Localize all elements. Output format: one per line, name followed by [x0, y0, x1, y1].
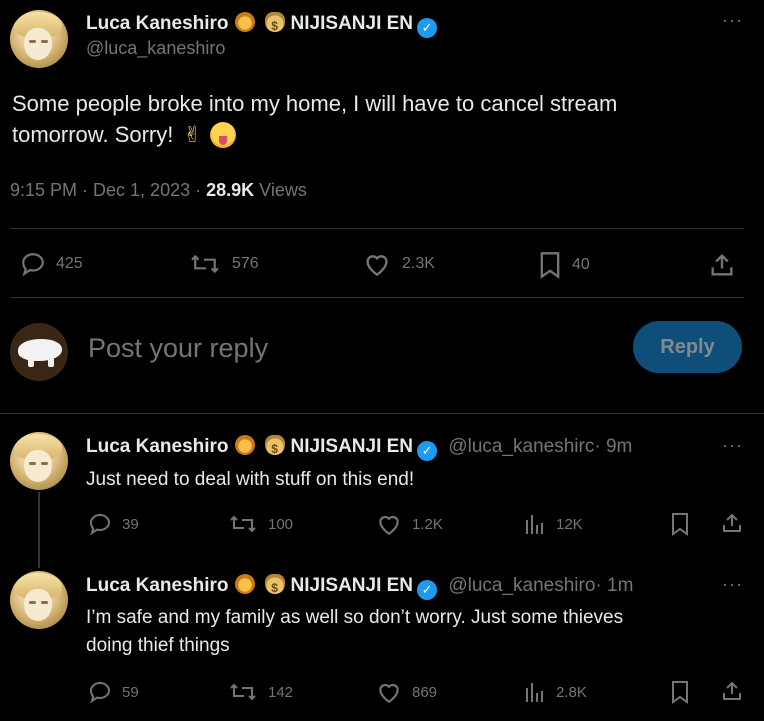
reply-handle[interactable]: @luca_kaneshiro: [448, 575, 595, 596]
reply-action[interactable]: 39: [88, 512, 139, 536]
money-bag-emoji-icon: [264, 12, 285, 38]
heart-icon: [379, 515, 399, 536]
bookmark-icon: [672, 681, 688, 704]
affiliation: NIJISANJI EN: [290, 436, 414, 457]
retweet-count: 576: [232, 255, 259, 272]
lion-emoji-icon: [234, 574, 255, 594]
author-avatar[interactable]: [10, 10, 68, 68]
views-label: Views: [254, 180, 307, 200]
more-options-icon[interactable]: ···: [722, 435, 743, 456]
victory-hand-icon: ✌: [183, 122, 202, 147]
reply-icon: [89, 513, 111, 536]
divider: [10, 228, 744, 229]
retweet-action[interactable]: 576: [188, 251, 259, 277]
like-action[interactable]: 2.3K: [362, 251, 435, 277]
affiliation: NIJISANJI EN: [290, 13, 414, 34]
author-line: Luca Kaneshiro NIJISANJI EN✓: [86, 12, 438, 38]
heart-icon: [379, 683, 399, 704]
affiliation: NIJISANJI EN: [290, 575, 414, 596]
views-action[interactable]: 12K: [524, 512, 583, 536]
reply-handle[interactable]: @luca_kaneshirc: [448, 436, 594, 457]
views-chart-icon: [526, 683, 543, 702]
more-options-icon[interactable]: ···: [722, 574, 743, 595]
money-bag-emoji-icon: [264, 435, 285, 461]
tweet-timestamp[interactable]: 9:15 PM · Dec 1, 2023 ·: [10, 180, 206, 200]
reply-text: Just need to deal with stuff on this end…: [86, 466, 414, 494]
reply-text: I’m safe and my family as well so don’t …: [86, 604, 746, 660]
money-bag-emoji-icon: [264, 574, 285, 600]
lion-emoji-icon: [234, 12, 255, 32]
tweet-text-line: tomorrow. Sorry! ✌: [12, 119, 752, 150]
reply-button[interactable]: Reply: [633, 321, 742, 373]
verified-badge-icon[interactable]: ✓: [417, 580, 438, 600]
retweet-count: 142: [268, 683, 294, 701]
verified-badge-icon[interactable]: ✓: [417, 18, 438, 38]
like-count: 2.3K: [402, 255, 435, 272]
like-action[interactable]: 869: [376, 680, 437, 704]
reply-input[interactable]: [86, 328, 610, 368]
reply-action[interactable]: 59: [88, 680, 139, 704]
retweet-icon: [191, 254, 219, 274]
retweet-action[interactable]: 142: [228, 680, 293, 704]
share-icon: [723, 681, 741, 700]
divider: [10, 297, 744, 298]
retweet-icon: [230, 515, 256, 533]
tongue-face-icon: [209, 121, 236, 148]
author-handle[interactable]: @luca_kaneshiro: [86, 38, 225, 59]
divider: [0, 413, 764, 414]
share-action[interactable]: [720, 679, 744, 703]
bookmark-icon: [672, 513, 688, 536]
tweet-text-end: tomorrow. Sorry!: [12, 122, 174, 147]
retweet-icon: [230, 683, 256, 701]
tweet-text-line: Some people broke into my home, I will h…: [12, 91, 618, 116]
share-icon: [723, 513, 741, 532]
views-count: 28.9K: [206, 180, 255, 200]
bookmark-count: 40: [572, 256, 590, 273]
reply-author-line: Luca Kaneshiro NIJISANJI EN✓ @luca_kanesh…: [86, 435, 716, 461]
bookmark-action[interactable]: [670, 680, 690, 704]
reply-time[interactable]: · 9m: [594, 436, 632, 457]
reply-text-line: I’m safe and my family as well so don’t …: [86, 607, 624, 628]
bookmark-icon: [540, 252, 560, 279]
display-name[interactable]: Luca Kaneshiro: [86, 575, 229, 596]
view-count: 12K: [556, 515, 583, 533]
verified-badge-icon[interactable]: ✓: [417, 441, 438, 461]
reply-action[interactable]: 425: [20, 251, 83, 277]
reply-count: 39: [122, 515, 139, 533]
display-name[interactable]: Luca Kaneshiro: [86, 13, 229, 34]
reply-count: 425: [56, 255, 83, 272]
reply-icon: [89, 681, 111, 704]
like-action[interactable]: 1.2K: [376, 512, 443, 536]
reply-avatar[interactable]: [10, 571, 68, 629]
reply-avatar[interactable]: [10, 432, 68, 490]
share-action[interactable]: [708, 251, 736, 279]
retweet-count: 100: [268, 515, 294, 533]
more-options-icon[interactable]: ···: [722, 10, 743, 31]
like-count: 869: [412, 683, 438, 701]
share-icon: [711, 254, 733, 276]
tweet-meta: 9:15 PM · Dec 1, 2023 · 28.9K Views: [10, 180, 307, 201]
share-action[interactable]: [720, 511, 744, 535]
heart-icon: [366, 255, 388, 277]
reply-icon: [22, 253, 44, 277]
view-count: 2.8K: [556, 683, 587, 701]
display-name[interactable]: Luca Kaneshiro: [86, 436, 229, 457]
bookmark-action[interactable]: [670, 512, 690, 536]
current-user-avatar[interactable]: [10, 323, 68, 381]
reply-author-line: Luca Kaneshiro NIJISANJI EN✓ @luca_kanesh…: [86, 574, 716, 600]
views-chart-icon: [526, 515, 543, 534]
thread-line: [38, 492, 40, 568]
reply-count: 59: [122, 683, 139, 701]
reply-time[interactable]: · 1m: [595, 575, 633, 596]
retweet-action[interactable]: 100: [228, 512, 293, 536]
views-action[interactable]: 2.8K: [524, 680, 587, 704]
reply-text-line: Just need to deal with stuff on this end…: [86, 469, 415, 490]
like-count: 1.2K: [412, 515, 443, 533]
tweet-text: Some people broke into my home, I will h…: [12, 88, 752, 150]
bookmark-action[interactable]: 40: [538, 251, 590, 279]
reply-text-line: doing thief things: [86, 635, 230, 656]
lion-emoji-icon: [234, 435, 255, 455]
